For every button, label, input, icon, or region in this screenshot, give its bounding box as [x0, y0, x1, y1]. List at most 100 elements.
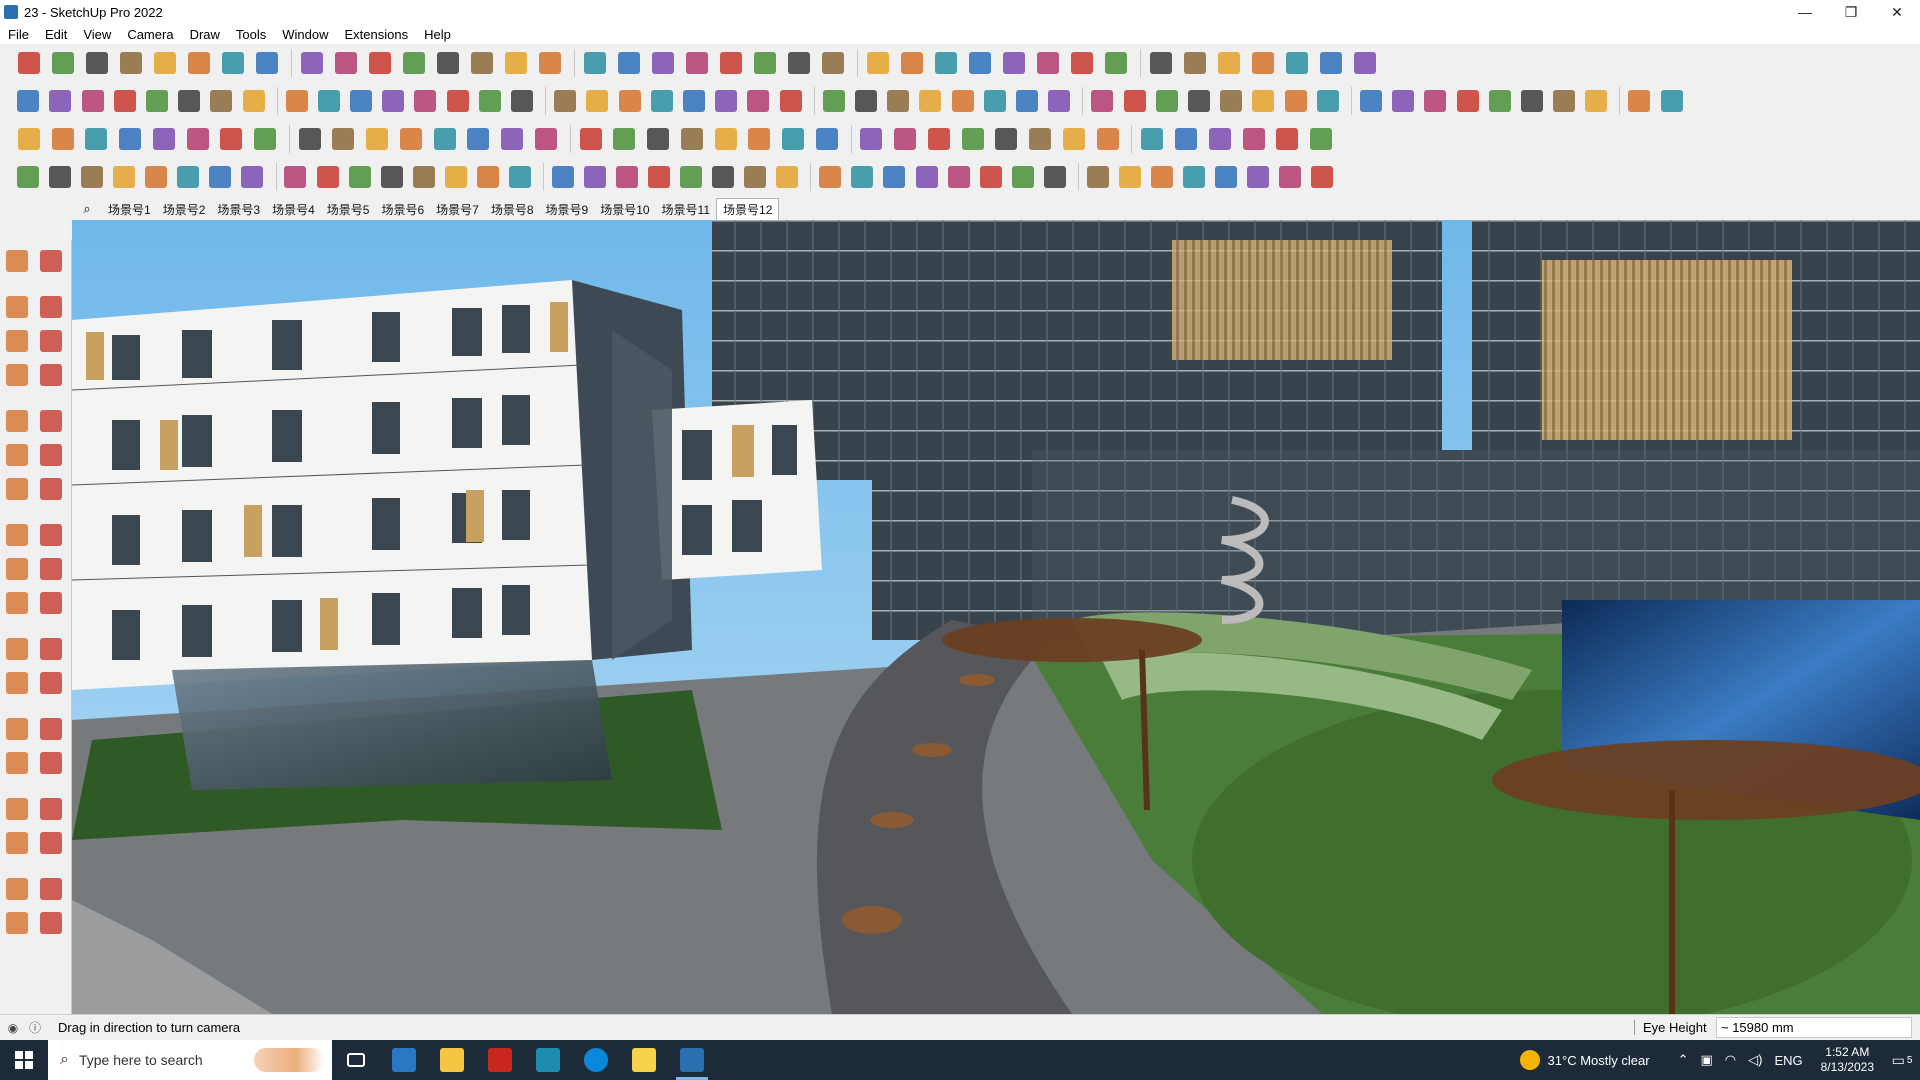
- menu-edit[interactable]: Edit: [37, 27, 75, 42]
- toolbar-button-1-20[interactable]: [682, 48, 712, 78]
- taskbar-clock[interactable]: 1:52 AM 8/13/2023: [1821, 1045, 1874, 1075]
- toolbar-button-1-32[interactable]: [1101, 48, 1131, 78]
- large-tool-11[interactable]: [2, 440, 32, 470]
- taskbar-search-box[interactable]: ⌕ Type here to search: [48, 1040, 332, 1080]
- toolbar-button-4-13[interactable]: [410, 162, 438, 192]
- toolbar-button-3-14[interactable]: [464, 124, 494, 154]
- toolbar-button-4-2[interactable]: [46, 162, 74, 192]
- toolbar-button-1-15[interactable]: [501, 48, 531, 78]
- toolbar-button-3-10[interactable]: [329, 124, 359, 154]
- toolbar-button-3-7[interactable]: [216, 124, 246, 154]
- toolbar-button-4-34[interactable]: [1116, 162, 1144, 192]
- toolbar-button-3-29[interactable]: [992, 124, 1022, 154]
- toolbar-button-1-16[interactable]: [535, 48, 565, 78]
- large-tool-2[interactable]: [36, 246, 66, 276]
- toolbar-button-2-26[interactable]: [852, 86, 880, 116]
- menu-view[interactable]: View: [75, 27, 119, 42]
- toolbar-button-1-36[interactable]: [1248, 48, 1278, 78]
- toolbar-button-2-2[interactable]: [46, 86, 74, 116]
- large-tool-35[interactable]: [2, 908, 32, 938]
- toolbar-button-4-5[interactable]: [142, 162, 170, 192]
- toolbar-button-3-9[interactable]: [295, 124, 325, 154]
- scene-tab-11[interactable]: 场景号11: [656, 198, 716, 220]
- toolbar-button-2-34[interactable]: [1120, 86, 1148, 116]
- toolbar-button-1-33[interactable]: [1146, 48, 1176, 78]
- toolbar-button-3-25[interactable]: [857, 124, 887, 154]
- toolbar-button-4-25[interactable]: [816, 162, 844, 192]
- toolbar-button-4-15[interactable]: [474, 162, 502, 192]
- toolbar-button-1-9[interactable]: [297, 48, 327, 78]
- large-tool-5[interactable]: [2, 326, 32, 356]
- toolbar-button-3-17[interactable]: [576, 124, 606, 154]
- toolbar-button-3-21[interactable]: [711, 124, 741, 154]
- toolbar-button-1-21[interactable]: [716, 48, 746, 78]
- toolbar-button-4-38[interactable]: [1244, 162, 1272, 192]
- taskbar-edge[interactable]: [572, 1040, 620, 1080]
- large-tool-31[interactable]: [2, 828, 32, 858]
- geo-location-icon[interactable]: ◉: [4, 1019, 22, 1037]
- toolbar-button-2-32[interactable]: [1045, 86, 1073, 116]
- large-tool-15[interactable]: [2, 520, 32, 550]
- toolbar-button-2-1[interactable]: [14, 86, 42, 116]
- toolbar-button-1-26[interactable]: [897, 48, 927, 78]
- weather-widget[interactable]: 31°C Mostly clear: [1519, 1050, 1650, 1070]
- toolbar-button-3-35[interactable]: [1205, 124, 1235, 154]
- toolbar-button-2-37[interactable]: [1217, 86, 1245, 116]
- large-tool-32[interactable]: [36, 828, 66, 858]
- toolbar-button-4-26[interactable]: [848, 162, 876, 192]
- large-tool-16[interactable]: [36, 520, 66, 550]
- scene-tab-7[interactable]: 场景号7: [430, 198, 485, 220]
- toolbar-button-2-50[interactable]: [1658, 86, 1686, 116]
- toolbar-button-2-28[interactable]: [916, 86, 944, 116]
- toolbar-button-4-21[interactable]: [677, 162, 705, 192]
- scene-tab-8[interactable]: 场景号8: [485, 198, 540, 220]
- large-tool-19[interactable]: [2, 588, 32, 618]
- toolbar-button-2-20[interactable]: [648, 86, 676, 116]
- toolbar-button-3-5[interactable]: [149, 124, 179, 154]
- large-tool-29[interactable]: [2, 794, 32, 824]
- toolbar-button-1-19[interactable]: [648, 48, 678, 78]
- toolbar-button-3-38[interactable]: [1306, 124, 1336, 154]
- toolbar-button-3-1[interactable]: [14, 124, 44, 154]
- toolbar-button-1-28[interactable]: [965, 48, 995, 78]
- toolbar-button-1-18[interactable]: [614, 48, 644, 78]
- toolbar-button-1-5[interactable]: [150, 48, 180, 78]
- chevron-up-icon[interactable]: ⌃: [1678, 1052, 1689, 1068]
- toolbar-button-4-11[interactable]: [346, 162, 374, 192]
- toolbar-button-4-28[interactable]: [913, 162, 941, 192]
- scene-tab-1[interactable]: 场景号1: [102, 198, 157, 220]
- toolbar-button-4-7[interactable]: [206, 162, 234, 192]
- menu-help[interactable]: Help: [416, 27, 459, 42]
- toolbar-button-2-3[interactable]: [78, 86, 106, 116]
- toolbar-button-2-31[interactable]: [1013, 86, 1041, 116]
- large-tool-27[interactable]: [2, 748, 32, 778]
- menu-window[interactable]: Window: [274, 27, 336, 42]
- large-tool-22[interactable]: [36, 634, 66, 664]
- scene-tab-9[interactable]: 场景号9: [540, 198, 595, 220]
- toolbar-button-4-18[interactable]: [581, 162, 609, 192]
- toolbar-button-1-10[interactable]: [331, 48, 361, 78]
- large-tool-21[interactable]: [2, 634, 32, 664]
- toolbar-button-2-9[interactable]: [283, 86, 311, 116]
- toolbar-button-2-43[interactable]: [1421, 86, 1449, 116]
- scene-tab-4[interactable]: 场景号4: [266, 198, 321, 220]
- toolbar-button-3-34[interactable]: [1171, 124, 1201, 154]
- toolbar-button-3-3[interactable]: [81, 124, 111, 154]
- toolbar-button-4-10[interactable]: [314, 162, 342, 192]
- large-tool-1[interactable]: [2, 246, 32, 276]
- toolbar-button-4-6[interactable]: [174, 162, 202, 192]
- scene-tab-2[interactable]: 场景号2: [157, 198, 212, 220]
- toolbar-button-3-27[interactable]: [924, 124, 954, 154]
- toolbar-button-1-25[interactable]: [863, 48, 893, 78]
- large-tool-34[interactable]: [36, 874, 66, 904]
- menu-tools[interactable]: Tools: [228, 27, 274, 42]
- toolbar-button-2-22[interactable]: [712, 86, 740, 116]
- toolbar-button-2-33[interactable]: [1088, 86, 1116, 116]
- large-tool-3[interactable]: [2, 292, 32, 322]
- toolbar-button-1-1[interactable]: [14, 48, 44, 78]
- model-viewport[interactable]: [72, 220, 1920, 1014]
- toolbar-button-1-35[interactable]: [1214, 48, 1244, 78]
- toolbar-button-1-29[interactable]: [999, 48, 1029, 78]
- toolbar-button-4-39[interactable]: [1276, 162, 1304, 192]
- toolbar-button-2-25[interactable]: [820, 86, 848, 116]
